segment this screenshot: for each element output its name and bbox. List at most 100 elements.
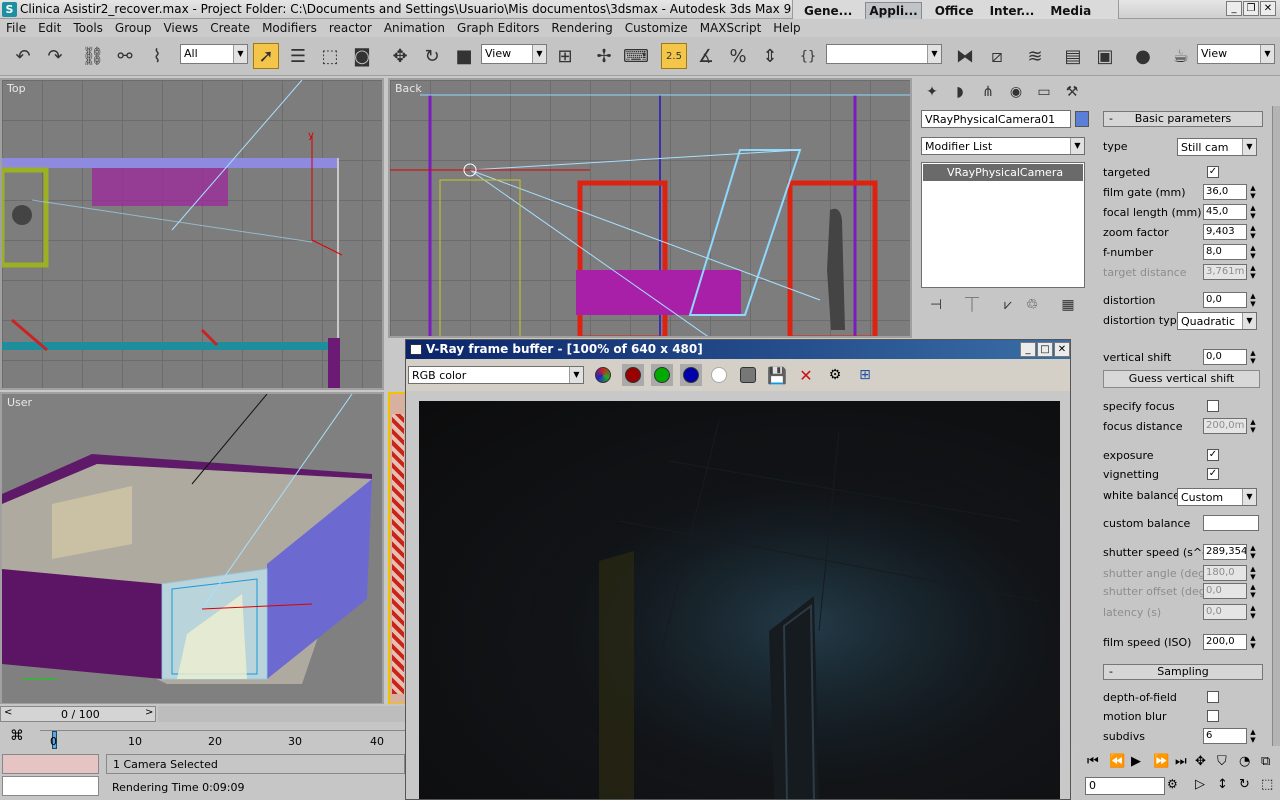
viewport-label-user[interactable]: User xyxy=(7,396,32,409)
shutter-speed-spinner[interactable]: 289,354 xyxy=(1203,544,1247,560)
target-distance-spinner-arrows[interactable]: ▲ ▼ xyxy=(1249,264,1257,280)
utilities-tab-icon[interactable]: ⚒ xyxy=(1061,81,1083,103)
menu-maxscript[interactable]: MAXScript xyxy=(694,19,768,37)
render-output[interactable] xyxy=(419,401,1060,799)
region-zoom-icon[interactable]: ⬚ xyxy=(1261,777,1273,792)
green-channel-icon[interactable] xyxy=(651,364,673,386)
blue-channel-icon[interactable] xyxy=(680,364,702,386)
pan-view-icon[interactable]: ✥ xyxy=(1195,754,1206,769)
maximize-viewport-icon[interactable]: ⧉ xyxy=(1261,754,1270,769)
play-icon[interactable]: ▶ xyxy=(1131,754,1141,769)
unlink-icon[interactable]: ⚯ xyxy=(112,43,138,69)
vertical-shift-spinner[interactable]: 0,0 xyxy=(1203,349,1247,365)
close-icon[interactable]: ✕ xyxy=(1260,1,1276,16)
prev-frame-icon[interactable]: ⏪ xyxy=(1109,754,1125,769)
orbit-camera-icon[interactable]: ↻ xyxy=(1239,777,1250,792)
display-tab-icon[interactable]: ▭ xyxy=(1033,81,1055,103)
zoom-extents-icon[interactable]: ⛉ xyxy=(1217,754,1227,769)
shutter-speed-spinner-arrows[interactable]: ▲ ▼ xyxy=(1249,544,1257,560)
menu-create[interactable]: Create xyxy=(204,19,256,37)
viewport-top[interactable]: y Top xyxy=(0,78,384,390)
sampling-header[interactable]: - Sampling xyxy=(1103,664,1263,680)
viewport-user[interactable]: User xyxy=(0,392,384,705)
monochrome-icon[interactable] xyxy=(737,364,759,386)
vfb-minimize-icon[interactable]: _ xyxy=(1020,342,1036,357)
select-object-icon[interactable]: ➚ xyxy=(253,43,279,69)
rectangular-selection-icon[interactable]: ⬚ xyxy=(317,43,343,69)
basic-parameters-header[interactable]: - Basic parameters xyxy=(1103,111,1263,127)
workspace-office[interactable]: Office xyxy=(932,3,977,19)
save-image-icon[interactable]: 💾 xyxy=(766,364,788,386)
channel-dropdown[interactable]: RGB color ▼ xyxy=(408,366,584,384)
maxscript-listener-white[interactable] xyxy=(2,776,99,796)
window-crossing-icon[interactable]: ◙ xyxy=(349,43,375,69)
spinner-snap-icon[interactable]: ⇕ xyxy=(757,43,783,69)
film-speed-spinner[interactable]: 200,0 xyxy=(1203,634,1247,650)
material-editor-icon[interactable]: ● xyxy=(1130,43,1156,69)
latency-spinner[interactable]: 0,0 xyxy=(1203,604,1247,620)
white-balance-dropdown[interactable]: Custom ▼ xyxy=(1177,488,1257,506)
viewport-label-back[interactable]: Back xyxy=(395,82,422,95)
zoom-factor-spinner[interactable]: 9,403 xyxy=(1203,224,1247,240)
maxscript-listener-pink[interactable] xyxy=(2,754,99,774)
camera-type-dropdown[interactable]: Still cam ▼ xyxy=(1177,138,1257,156)
trackbar[interactable]: 0 10 20 30 40 xyxy=(40,730,405,750)
shutter-offset-spinner-arrows[interactable]: ▲ ▼ xyxy=(1249,583,1257,599)
move-icon[interactable]: ✥ xyxy=(387,43,413,69)
menu-edit[interactable]: Edit xyxy=(32,19,67,37)
clear-image-icon[interactable]: ✕ xyxy=(795,364,817,386)
time-slider[interactable]: < 0 / 100 > xyxy=(0,706,156,722)
vfb-close-icon[interactable]: ✕ xyxy=(1054,342,1070,357)
exposure-checkbox[interactable]: ✓ xyxy=(1207,449,1219,461)
layer-manager-icon[interactable]: ≋ xyxy=(1022,43,1048,69)
vignetting-checkbox[interactable]: ✓ xyxy=(1207,468,1219,480)
distortion-spinner-arrows[interactable]: ▲ ▼ xyxy=(1249,292,1257,308)
workspace-general[interactable]: Gene... xyxy=(801,3,855,19)
app-icon[interactable]: S xyxy=(2,2,17,17)
motion-tab-icon[interactable]: ◉ xyxy=(1005,81,1027,103)
shutter-offset-spinner[interactable]: 0,0 xyxy=(1203,583,1247,599)
shutter-angle-spinner-arrows[interactable]: ▲ ▼ xyxy=(1249,565,1257,581)
remove-modifier-icon[interactable]: ♲ xyxy=(1021,294,1043,316)
zoom-factor-spinner-arrows[interactable]: ▲ ▼ xyxy=(1249,224,1257,240)
reference-coord-dropdown[interactable]: View ▼ xyxy=(481,44,547,64)
target-distance-spinner[interactable]: 3,761m xyxy=(1203,264,1247,280)
focus-distance-spinner-arrows[interactable]: ▲ ▼ xyxy=(1249,418,1257,434)
make-unique-icon[interactable]: ⩗ xyxy=(997,294,1019,316)
menu-tools[interactable]: Tools xyxy=(67,19,109,37)
region-render-icon[interactable]: ⊞ xyxy=(854,364,876,386)
latency-spinner-arrows[interactable]: ▲ ▼ xyxy=(1249,604,1257,620)
create-tab-icon[interactable]: ✦ xyxy=(921,81,943,103)
align-icon[interactable]: ⧄ xyxy=(984,43,1010,69)
scale-icon[interactable]: ■ xyxy=(451,43,477,69)
subdivs-spinner-arrows[interactable]: ▲ ▼ xyxy=(1249,728,1257,744)
menu-customize[interactable]: Customize xyxy=(619,19,694,37)
curve-editor-icon[interactable]: ▤ xyxy=(1060,43,1086,69)
redo-icon[interactable]: ↷ xyxy=(42,43,68,69)
hierarchy-tab-icon[interactable]: ⋔ xyxy=(977,81,999,103)
workspace-internet[interactable]: Inter... xyxy=(987,3,1038,19)
orbit-icon[interactable]: ◔ xyxy=(1239,754,1250,769)
menu-reactor[interactable]: reactor xyxy=(323,19,378,37)
next-frame-icon[interactable]: ⏩ xyxy=(1153,754,1169,769)
vfb-title[interactable]: V-Ray frame buffer - [100% of 640 x 480] xyxy=(406,340,1070,359)
f-number-spinner-arrows[interactable]: ▲ ▼ xyxy=(1249,244,1257,260)
focal-length-spinner-arrows[interactable]: ▲ ▼ xyxy=(1249,204,1257,220)
custom-balance-swatch[interactable] xyxy=(1203,515,1259,531)
render-view-dropdown[interactable]: View ▼ xyxy=(1197,44,1275,64)
goto-end-icon[interactable]: ⏭ xyxy=(1175,754,1187,769)
targeted-checkbox[interactable]: ✓ xyxy=(1207,166,1219,178)
time-slider-next-icon[interactable]: > xyxy=(145,707,153,718)
field-of-view-icon[interactable]: ▷ xyxy=(1195,777,1205,792)
distortion-type-dropdown[interactable]: Quadratic ▼ xyxy=(1177,312,1257,330)
focal-length-spinner[interactable]: 45,0 xyxy=(1203,204,1247,220)
command-panel-scrollbar[interactable] xyxy=(1272,106,1280,746)
workspace-media[interactable]: Media xyxy=(1047,3,1094,19)
guess-vertical-shift-button[interactable]: Guess vertical shift xyxy=(1103,370,1260,388)
object-name-field[interactable]: VRayPhysicalCamera01 xyxy=(921,110,1071,128)
current-frame-field[interactable]: 0 xyxy=(1085,777,1165,795)
menu-views[interactable]: Views xyxy=(157,19,204,37)
film-speed-spinner-arrows[interactable]: ▲ ▼ xyxy=(1249,634,1257,650)
workspace-applications[interactable]: Appli... xyxy=(865,1,922,20)
specify-focus-checkbox[interactable] xyxy=(1207,400,1219,412)
